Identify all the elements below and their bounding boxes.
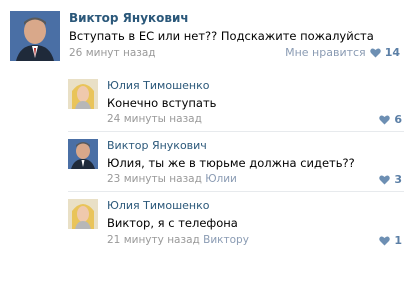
comment-time-link[interactable]: 24 минуты назад (107, 113, 202, 125)
post-text: Вступать в ЕС или нет?? Подскажите пожал… (69, 29, 374, 43)
post-timestamp[interactable]: 26 минут назад (69, 47, 156, 59)
like-count: 14 (384, 46, 400, 59)
comment-time-link[interactable]: 21 минуту назад (107, 234, 200, 246)
comment-author-avatar[interactable] (68, 79, 98, 109)
comment-author-name[interactable]: Юлия Тимошенко (107, 79, 209, 92)
comment-timestamp: 23 минуты назад Юлии (107, 173, 237, 185)
comment-text: Юлия, ты же в тюрьме должна сидеть?? (107, 156, 355, 170)
comment-text: Виктор, я с телефона (107, 216, 238, 230)
post-author-name[interactable]: Виктор Янукович (69, 11, 189, 25)
post-author-avatar[interactable] (10, 11, 60, 61)
comment-divider (68, 191, 404, 192)
comment-timestamp: 24 минуты назад (107, 113, 202, 125)
comment-timestamp: 21 минуту назад Виктору (107, 234, 249, 246)
reply-to-link[interactable]: Юлии (205, 173, 237, 185)
comment-like-button[interactable]: 6 (379, 113, 402, 126)
heart-icon (379, 236, 391, 245)
heart-icon (379, 175, 391, 184)
comment-author-avatar[interactable] (68, 139, 98, 169)
post-like-button[interactable]: Мне нравится 14 (285, 46, 400, 59)
comment-divider (68, 131, 404, 132)
comment-text: Конечно вступать (107, 96, 217, 110)
comment-time-link[interactable]: 23 минуты назад (107, 173, 202, 185)
like-label: Мне нравится (285, 46, 366, 59)
comment-author-name[interactable]: Юлия Тимошенко (107, 199, 209, 212)
comment-author-name[interactable]: Виктор Янукович (107, 139, 207, 152)
like-count: 6 (394, 113, 402, 126)
heart-icon (379, 115, 391, 124)
comment-author-avatar[interactable] (68, 199, 98, 229)
reply-to-link[interactable]: Виктору (203, 234, 249, 246)
like-count: 1 (394, 234, 402, 247)
comment-like-button[interactable]: 3 (379, 173, 402, 186)
heart-icon (369, 48, 381, 57)
like-count: 3 (394, 173, 402, 186)
comment-like-button[interactable]: 1 (379, 234, 402, 247)
